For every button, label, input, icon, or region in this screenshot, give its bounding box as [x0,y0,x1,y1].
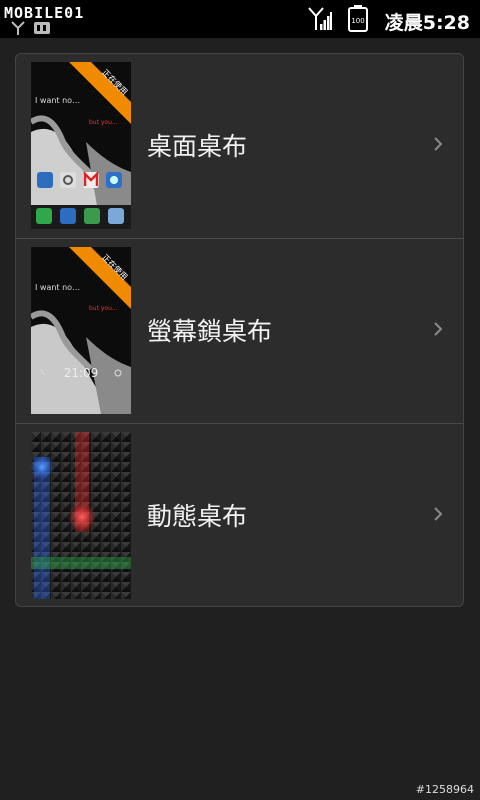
lockscreen-wallpaper-thumbnail: I want no… but you... 正在使用 21:09 [31,247,131,414]
list-item-home-wallpaper[interactable]: I want no… but you... 正在使用 桌面桌布 [16,54,463,238]
svg-text:I want no…: I want no… [35,96,80,105]
image-id-watermark: #1258964 [415,783,474,796]
live-wallpaper-thumbnail [31,432,131,599]
wallpaper-list-card: I want no… but you... 正在使用 桌面桌布 I want n… [15,53,464,607]
signal-bars-icon [308,7,332,30]
svg-text:but you...: but you... [89,305,118,312]
chevron-right-icon [434,137,443,151]
svg-text:but you...: but you... [89,119,118,126]
status-bar: MOBILE01 100 凌晨5:28 [0,0,480,38]
battery-icon: 100 [348,5,368,32]
list-item-lockscreen-wallpaper[interactable]: I want no… but you... 正在使用 21:09 螢幕鎖桌布 [16,239,463,423]
battery-level-text: 100 [351,17,364,25]
list-item-live-wallpaper[interactable]: 動態桌布 [16,424,463,606]
home-wallpaper-thumbnail: I want no… but you... 正在使用 [31,62,131,229]
chevron-right-icon [434,507,443,521]
svg-text:I want no…: I want no… [35,283,80,292]
status-clock: 凌晨5:28 [384,12,470,34]
chevron-right-icon [434,322,443,336]
home-wallpaper-label: 桌面桌布 [147,132,248,161]
lockscreen-wallpaper-label: 螢幕鎖桌布 [147,317,273,346]
usb-debug-icon [11,21,50,35]
lockscreen-preview-clock: 21:09 [64,366,99,380]
live-wallpaper-label: 動態桌布 [147,502,248,531]
